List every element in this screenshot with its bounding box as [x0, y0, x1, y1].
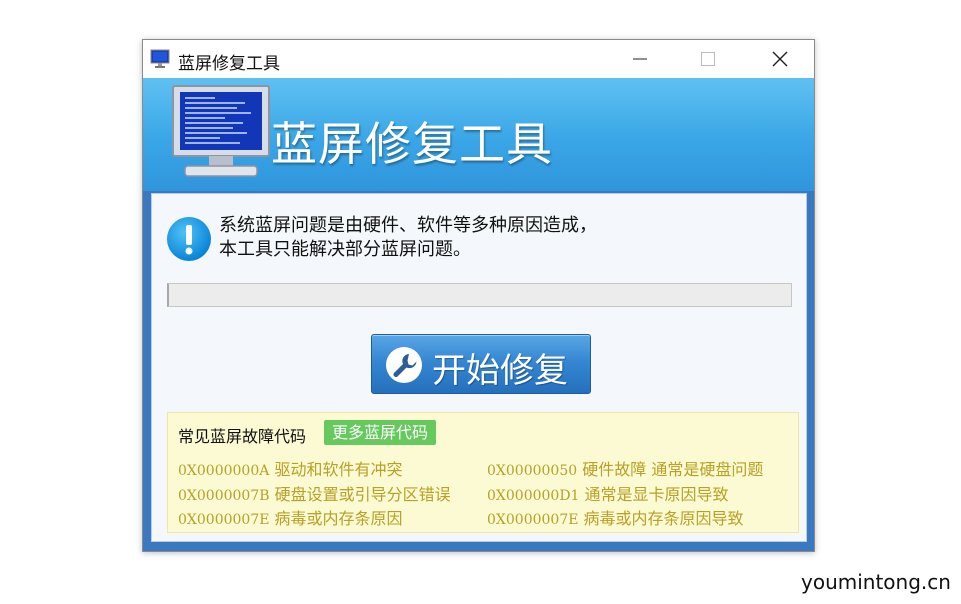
code-row: 0X0000000A 驱动和软件有冲突	[178, 456, 402, 480]
error-code: 0X0000007E	[487, 512, 579, 528]
error-desc: 硬件故障 通常是硬盘问题	[582, 460, 764, 479]
wrench-icon	[386, 347, 422, 383]
codes-title: 常见蓝屏故障代码	[178, 427, 307, 446]
code-row: 0X0000007E 病毒或内存条原因	[178, 505, 403, 529]
start-repair-label: 开始修复	[432, 351, 568, 391]
code-row: 0X000000D1 通常是显卡原因导致	[487, 481, 729, 505]
title-bar[interactable]: 蓝屏修复工具	[143, 40, 814, 78]
watermark-text: youmintong.cn	[801, 570, 951, 594]
error-desc: 驱动和软件有冲突	[274, 460, 403, 479]
error-desc: 通常是显卡原因导致	[584, 485, 729, 504]
header-banner: 蓝屏修复工具	[143, 78, 814, 191]
error-code: 0X00000050	[487, 463, 578, 479]
close-button[interactable]	[746, 40, 814, 78]
error-desc: 病毒或内存条原因	[274, 509, 403, 528]
progress-bar	[167, 283, 792, 307]
error-codes-panel: 常见蓝屏故障代码 更多蓝屏代码 0X0000000A 驱动和软件有冲突 0X00…	[167, 412, 799, 533]
maximize-icon	[701, 52, 715, 66]
minimize-icon	[633, 58, 647, 60]
close-icon	[772, 51, 788, 67]
minimize-button[interactable]	[606, 40, 674, 78]
monitor-icon	[150, 49, 170, 68]
error-code: 0X0000007B	[178, 488, 270, 504]
header-title: 蓝屏修复工具	[271, 117, 553, 171]
warning-message: 系统蓝屏问题是由硬件、软件等多种原因造成， 本工具只能解决部分蓝屏问题。	[219, 214, 597, 262]
more-codes-button[interactable]: 更多蓝屏代码	[324, 420, 437, 445]
bluescreen-monitor-icon	[172, 85, 270, 177]
app-window: 蓝屏修复工具 蓝屏修复工具 系统蓝屏问题是由硬件、软件等多种原因造成， 本工具只…	[142, 39, 815, 552]
code-row: 0X00000050 硬件故障 通常是硬盘问题	[487, 456, 763, 480]
error-desc: 病毒或内存条原因导致	[583, 509, 744, 528]
maximize-button[interactable]	[674, 40, 742, 78]
main-panel: 系统蓝屏问题是由硬件、软件等多种原因造成， 本工具只能解决部分蓝屏问题。 开始修…	[151, 193, 807, 542]
code-row: 0X0000007E 病毒或内存条原因导致	[487, 505, 744, 529]
error-desc: 硬盘设置或引导分区错误	[274, 485, 451, 504]
start-repair-button[interactable]: 开始修复	[371, 334, 591, 394]
message-line-2: 本工具只能解决部分蓝屏问题。	[219, 239, 471, 260]
window-title: 蓝屏修复工具	[178, 54, 280, 74]
code-row: 0X0000007B 硬盘设置或引导分区错误	[178, 481, 451, 505]
error-code: 0X000000D1	[487, 488, 580, 504]
error-code: 0X0000000A	[178, 463, 270, 479]
message-line-1: 系统蓝屏问题是由硬件、软件等多种原因造成，	[219, 215, 597, 236]
error-code: 0X0000007E	[178, 512, 270, 528]
info-icon	[167, 217, 211, 261]
